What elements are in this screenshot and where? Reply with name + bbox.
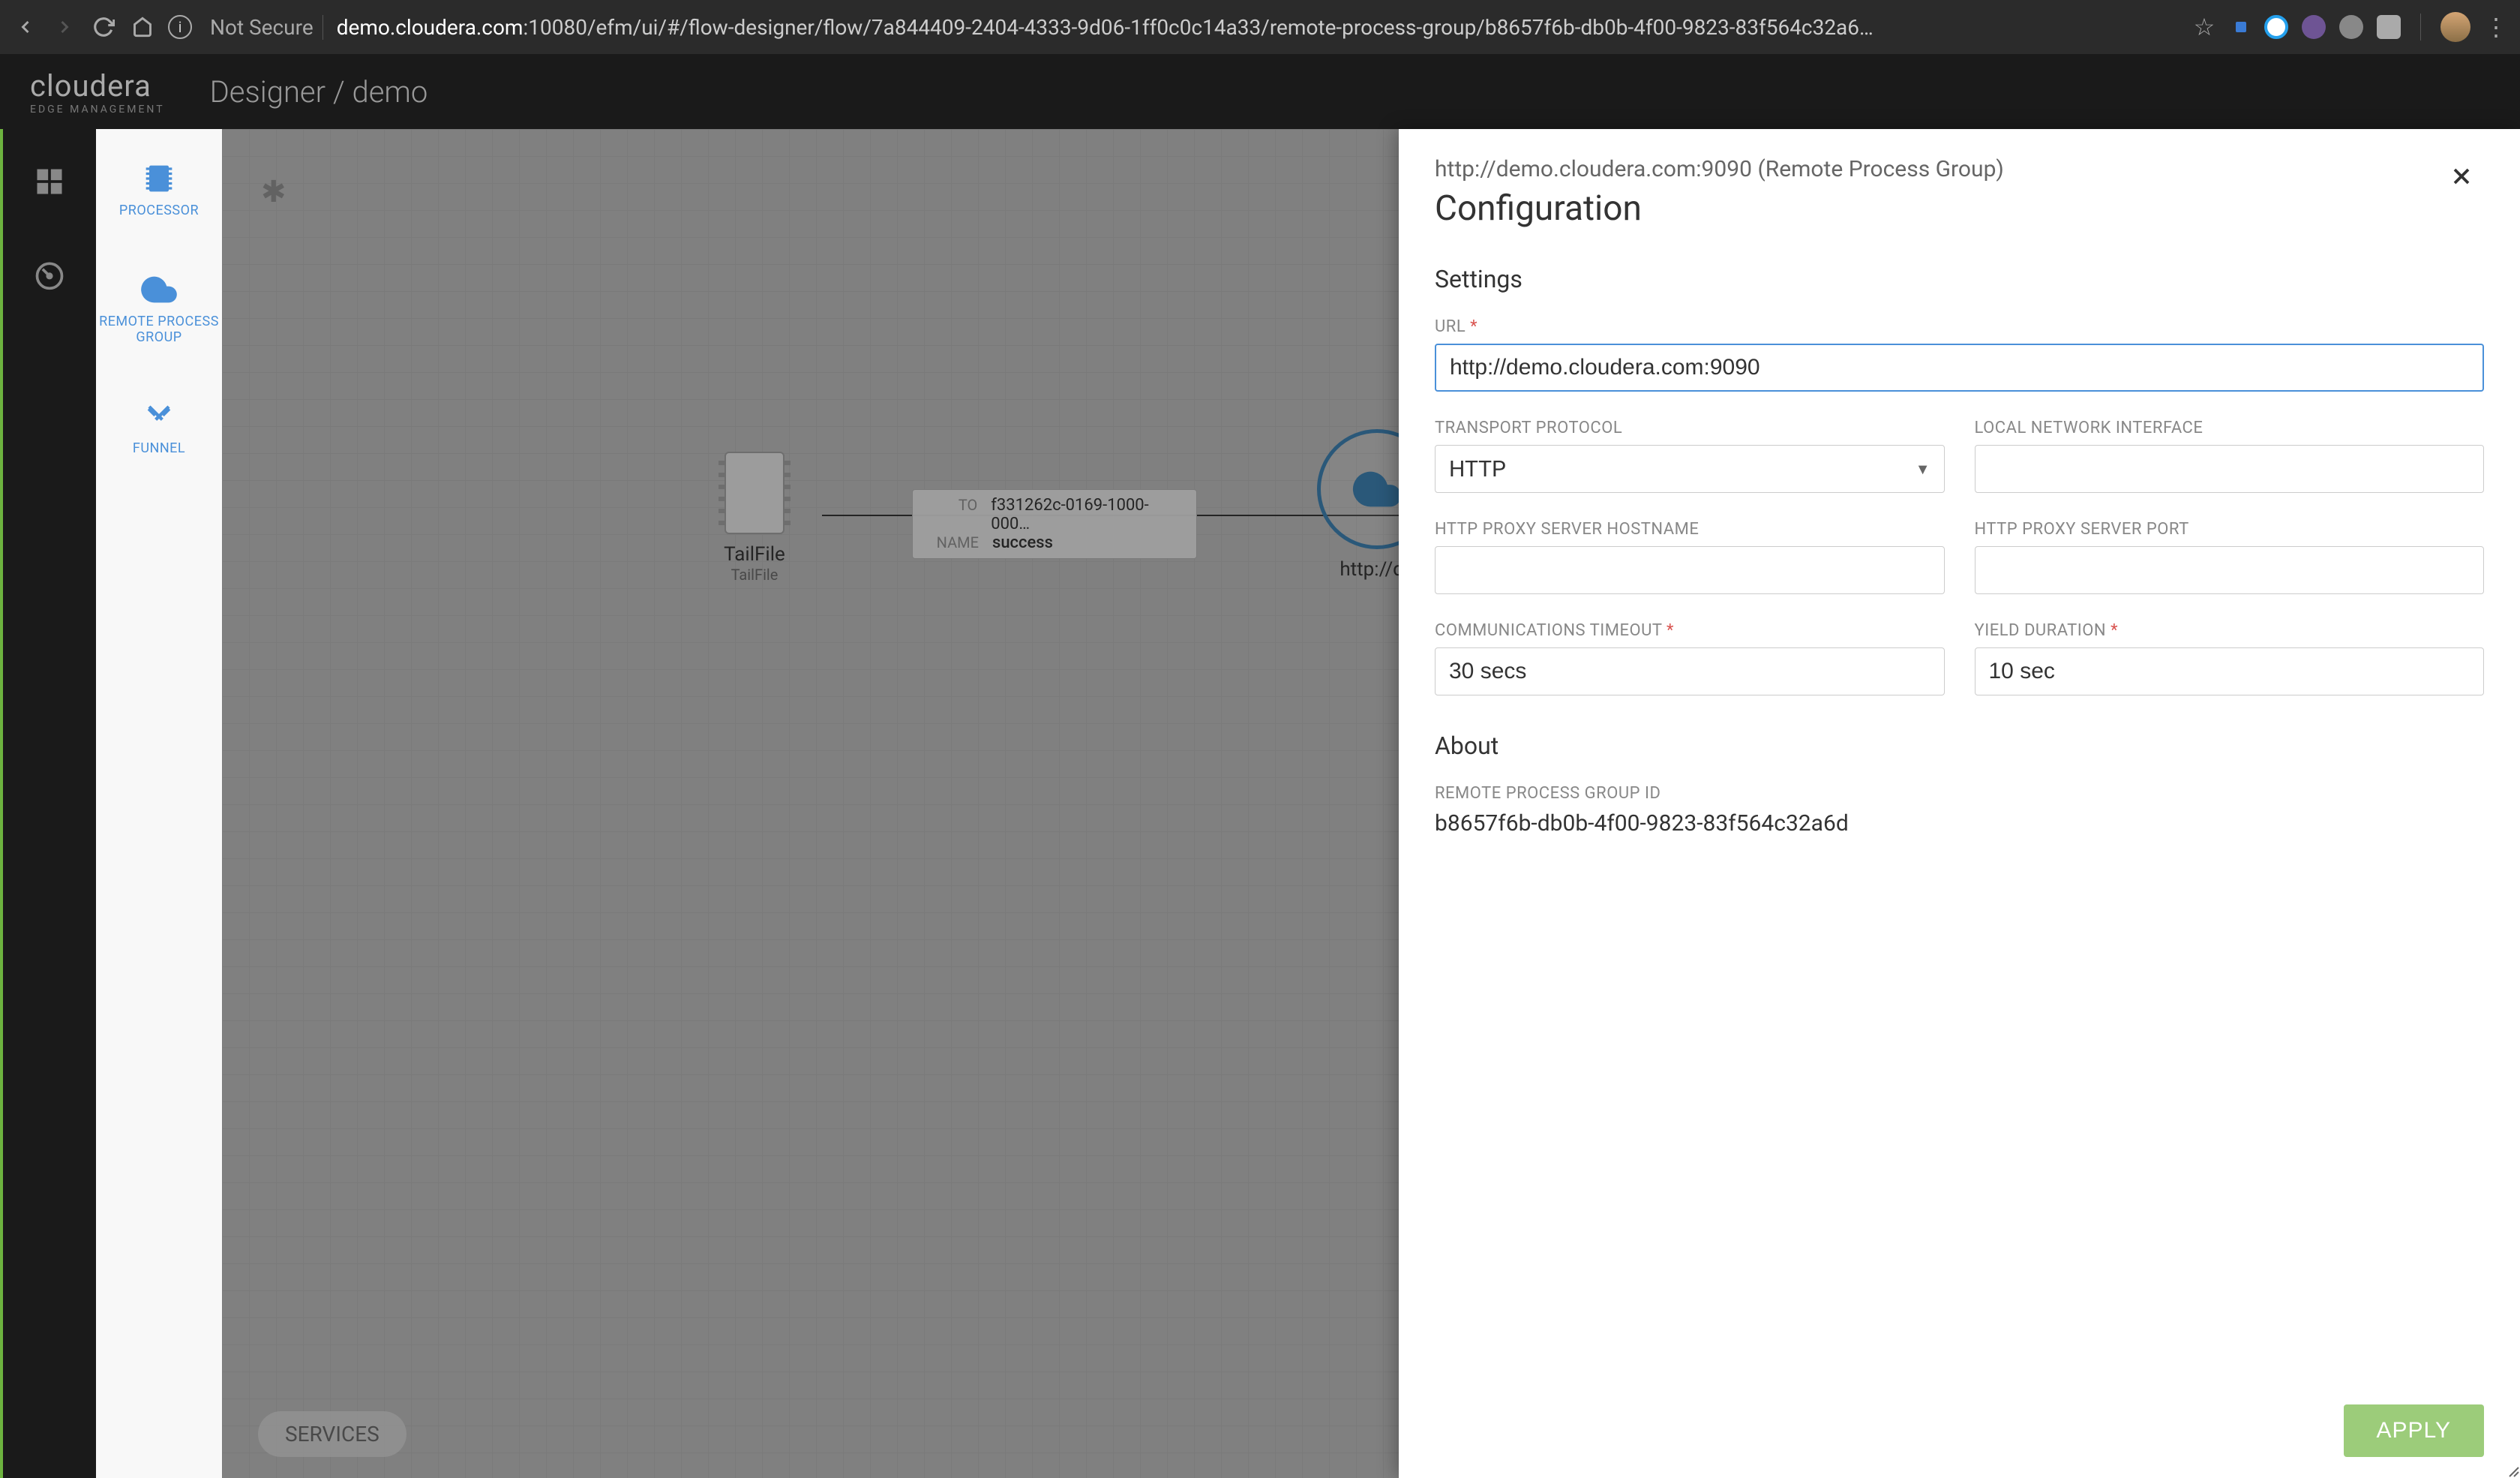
cloud-icon [140, 270, 178, 309]
config-footer: APPLY [1399, 1383, 2520, 1478]
home-button[interactable] [129, 14, 156, 41]
form-group-url: URL * [1435, 317, 2484, 392]
palette-sidebar: PROCESSOR REMOTE PROCESS GROUP FUNNEL [96, 129, 222, 1478]
yield-label: YIELD DURATION * [1975, 621, 2485, 640]
config-subtitle: http://demo.cloudera.com:9090 (Remote Pr… [1435, 156, 2004, 182]
browser-chrome: i Not Secure demo.cloudera.com:10080/efm… [0, 0, 2520, 54]
chevron-down-icon: ▼ [1916, 460, 1930, 479]
rail-gauge-icon[interactable] [33, 258, 66, 291]
processor-icon [140, 159, 178, 198]
about-section-title: About [1435, 731, 2484, 760]
sidebar-item-processor[interactable]: PROCESSOR [96, 147, 222, 231]
form-group-comm-timeout: COMMUNICATIONS TIMEOUT * [1435, 621, 1945, 695]
connection-label[interactable]: TO f331262c-0169-1000-000… NAME success [912, 489, 1197, 559]
conn-to-key: TO [926, 496, 977, 514]
security-indicator[interactable]: Not Secure [201, 15, 323, 40]
chrome-actions: ☆ ⋮ [2191, 12, 2508, 42]
services-button[interactable]: SERVICES [258, 1411, 406, 1457]
rpg-id-label: REMOTE PROCESS GROUP ID [1435, 784, 2484, 803]
sidebar-label: FUNNEL [133, 440, 185, 457]
logo-subtitle: EDGE MANAGEMENT [30, 104, 165, 116]
settings-section-title: Settings [1435, 265, 2484, 293]
back-button[interactable] [12, 14, 39, 41]
form-group-transport: TRANSPORT PROTOCOL HTTP ▼ [1435, 419, 1945, 493]
form-group-proxy-host: HTTP PROXY SERVER HOSTNAME [1435, 520, 1945, 594]
cloud-icon [1351, 463, 1403, 515]
processor-name: TailFile [724, 543, 785, 566]
comm-timeout-label: COMMUNICATIONS TIMEOUT * [1435, 621, 1945, 640]
yield-input[interactable] [1975, 647, 2485, 695]
conn-name-key: NAME [926, 533, 979, 551]
close-button[interactable] [2439, 156, 2484, 201]
logo[interactable]: cloudera EDGE MANAGEMENT [30, 68, 165, 116]
rail-dashboard-icon[interactable] [33, 165, 66, 198]
lni-label: LOCAL NETWORK INTERFACE [1975, 419, 2485, 437]
sidebar-label: PROCESSOR [119, 203, 199, 219]
comm-timeout-input[interactable] [1435, 647, 1945, 695]
processor-type: TailFile [731, 566, 778, 584]
about-section: About REMOTE PROCESS GROUP ID b8657f6b-d… [1435, 731, 2484, 837]
proxy-host-label: HTTP PROXY SERVER HOSTNAME [1435, 520, 1945, 539]
logo-text: cloudera [30, 68, 165, 104]
app-header: cloudera EDGE MANAGEMENT Designer / demo [0, 54, 2520, 129]
url-label: URL * [1435, 317, 2484, 336]
url-input[interactable] [1435, 344, 2484, 392]
configuration-panel: http://demo.cloudera.com:9090 (Remote Pr… [1399, 129, 2520, 1478]
proxy-port-label: HTTP PROXY SERVER PORT [1975, 520, 2485, 539]
sidebar-item-rpg[interactable]: REMOTE PROCESS GROUP [96, 258, 222, 358]
transport-select[interactable]: HTTP ▼ [1435, 445, 1945, 493]
extension-icon-3[interactable] [2302, 15, 2326, 39]
transport-value: HTTP [1449, 456, 1506, 482]
forward-button[interactable] [51, 14, 78, 41]
config-body: Settings URL * TRANSPORT PROTOCOL HTTP ▼ [1399, 247, 2520, 1383]
url-path: :10080/efm/ui/#/flow-designer/flow/7a844… [524, 15, 1874, 40]
close-icon [2448, 163, 2475, 190]
form-group-proxy-port: HTTP PROXY SERVER PORT [1975, 520, 2485, 594]
extension-icon-5[interactable] [2377, 15, 2401, 39]
extension-icon-2[interactable] [2264, 15, 2288, 39]
config-header: http://demo.cloudera.com:9090 (Remote Pr… [1399, 129, 2520, 247]
proxy-port-input[interactable] [1975, 546, 2485, 594]
extension-icon-1[interactable] [2236, 22, 2246, 32]
main-layout: PROCESSOR REMOTE PROCESS GROUP FUNNEL ✱ … [0, 129, 2520, 1478]
proxy-host-input[interactable] [1435, 546, 1945, 594]
processor-chip-icon [724, 452, 784, 534]
rpg-id-value: b8657f6b-db0b-4f00-9823-83f564c32a6d [1435, 810, 2484, 837]
conn-to-val: f331262c-0169-1000-000… [991, 496, 1183, 533]
url-host: demo.cloudera.com [337, 15, 524, 40]
divider [2420, 14, 2421, 41]
apply-button[interactable]: APPLY [2344, 1404, 2485, 1457]
resize-handle[interactable] [2502, 1460, 2520, 1478]
star-icon[interactable]: ☆ [2191, 14, 2218, 41]
about-rpg-id: REMOTE PROCESS GROUP ID b8657f6b-db0b-4f… [1435, 784, 2484, 837]
config-title: Configuration [1435, 188, 2004, 229]
nav-rail [0, 129, 96, 1478]
profile-avatar[interactable] [2440, 12, 2470, 42]
asterisk-icon[interactable]: ✱ [261, 174, 291, 204]
funnel-icon [140, 397, 178, 436]
transport-label: TRANSPORT PROTOCOL [1435, 419, 1945, 437]
extension-icon-4[interactable] [2339, 15, 2363, 39]
reload-button[interactable] [90, 14, 117, 41]
lni-input[interactable] [1975, 445, 2485, 493]
url-bar[interactable]: i Not Secure demo.cloudera.com:10080/efm… [168, 15, 2179, 40]
chrome-menu[interactable]: ⋮ [2484, 13, 2508, 41]
breadcrumb[interactable]: Designer / demo [210, 74, 428, 110]
processor-node[interactable]: TailFile TailFile [702, 452, 807, 584]
conn-name-val: success [992, 533, 1053, 552]
form-group-lni: LOCAL NETWORK INTERFACE [1975, 419, 2485, 493]
sidebar-label: REMOTE PROCESS GROUP [99, 314, 219, 346]
sidebar-item-funnel[interactable]: FUNNEL [96, 385, 222, 469]
form-group-yield: YIELD DURATION * [1975, 621, 2485, 695]
info-icon[interactable]: i [168, 15, 192, 39]
